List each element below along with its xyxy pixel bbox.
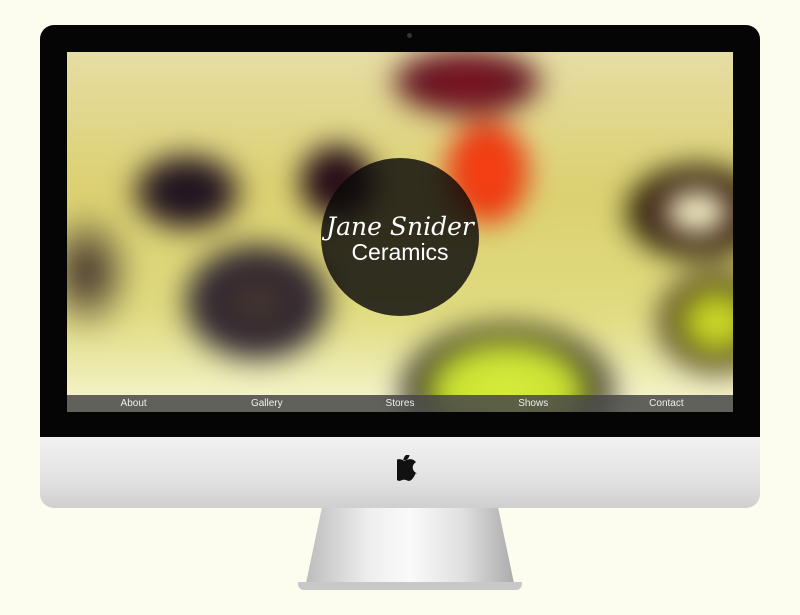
nav-stores[interactable]: Stores — [333, 395, 466, 412]
nav-bar: About Gallery Stores Shows Contact — [67, 395, 733, 412]
monitor-stand — [305, 508, 515, 588]
logo-subtitle: Ceramics — [351, 239, 449, 265]
nav-shows[interactable]: Shows — [467, 395, 600, 412]
nav-contact[interactable]: Contact — [600, 395, 733, 412]
apple-logo-icon — [391, 453, 423, 492]
nav-gallery[interactable]: Gallery — [200, 395, 333, 412]
site-logo[interactable]: Jane Snider Ceramics — [321, 158, 479, 316]
nav-about[interactable]: About — [67, 395, 200, 412]
camera-icon — [407, 33, 412, 38]
stand-foot — [298, 582, 522, 590]
logo-name: Jane Snider — [326, 212, 474, 241]
website-screen: Jane Snider Ceramics About Gallery Store… — [67, 52, 733, 412]
